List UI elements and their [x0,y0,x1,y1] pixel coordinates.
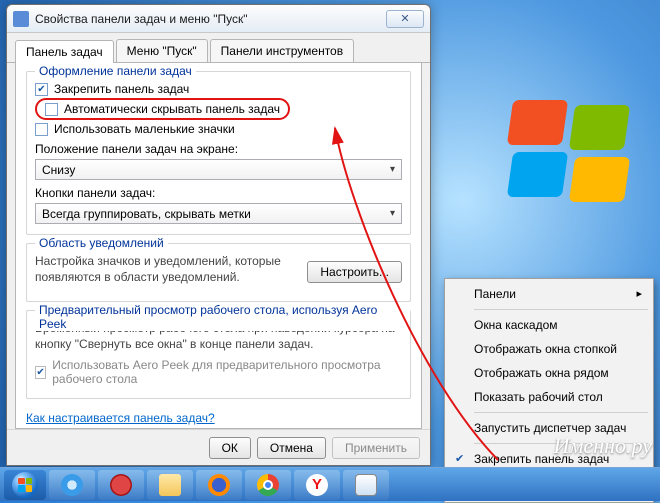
group-notify-title: Область уведомлений [35,236,168,250]
label-small-icons: Использовать маленькие значки [54,122,235,136]
taskbar-item-app[interactable] [343,470,389,500]
notify-text: Настройка значков и уведомлений, которые… [35,254,299,285]
checkbox-lock-taskbar[interactable]: ✔ [35,83,48,96]
menu-separator [474,412,648,413]
group-peek-title: Предварительный просмотр рабочего стола,… [35,303,410,331]
menu-cascade[interactable]: Окна каскадом [448,313,650,337]
apply-button[interactable]: Применить [332,437,420,459]
taskbar[interactable]: Y [0,467,660,501]
group-appearance: Оформление панели задач ✔ Закрепить пане… [26,71,411,235]
yandex-icon: Y [306,474,328,496]
chevron-down-icon: ▾ [390,164,395,175]
group-aero-peek: Предварительный просмотр рабочего стола,… [26,310,411,399]
tab-startmenu[interactable]: Меню "Пуск" [116,39,208,62]
label-autohide: Автоматически скрывать панель задач [64,102,280,116]
select-taskbar-buttons[interactable]: Всегда группировать, скрывать метки ▾ [35,203,402,224]
taskbar-item-chrome[interactable] [245,470,291,500]
check-icon: ✔ [455,452,464,465]
cancel-button[interactable]: Отмена [257,437,326,459]
menu-side-by-side[interactable]: Отображать окна рядом [448,361,650,385]
taskbar-item-firefox[interactable] [196,470,242,500]
checkbox-aero-peek[interactable]: ✔ [35,366,46,379]
tab-toolbars[interactable]: Панели инструментов [210,39,354,62]
taskbar-item-opera[interactable] [98,470,144,500]
app-icon [355,474,377,496]
select-taskbar-position[interactable]: Снизу ▾ [35,159,402,180]
tab-content: Оформление панели задач ✔ Закрепить пане… [15,63,422,429]
folder-icon [159,474,181,496]
menu-show-desktop[interactable]: Показать рабочий стол [448,385,650,409]
group-notification-area: Область уведомлений Настройка значков и … [26,243,411,302]
checkbox-autohide[interactable] [45,103,58,116]
group-appearance-title: Оформление панели задач [35,64,196,78]
dialog-button-row: ОК Отмена Применить [7,429,430,465]
chevron-down-icon: ▾ [390,208,395,219]
help-link[interactable]: Как настраивается панель задач? [26,411,215,425]
label-lock-taskbar: Закрепить панель задач [54,82,189,96]
tab-taskbar[interactable]: Панель задач [15,40,114,63]
taskbar-item-ie[interactable] [49,470,95,500]
dialog-title: Свойства панели задач и меню "Пуск" [35,12,386,26]
label-aero-peek: Использовать Aero Peek для предварительн… [52,358,402,386]
menu-panels[interactable]: Панели [448,282,650,306]
ok-button[interactable]: ОК [209,437,251,459]
windows-start-icon [12,472,38,498]
label-position: Положение панели задач на экране: [35,142,402,156]
menu-stack[interactable]: Отображать окна стопкой [448,337,650,361]
dialog-icon [13,11,29,27]
opera-icon [110,474,132,496]
watermark: Именно.ру [554,433,653,459]
taskbar-properties-dialog: Свойства панели задач и меню "Пуск" ✕ Па… [6,4,431,466]
customize-button[interactable]: Настроить... [307,261,402,283]
chrome-icon [257,474,279,496]
select-buttons-value: Всегда группировать, скрывать метки [42,207,251,221]
dialog-titlebar[interactable]: Свойства панели задач и меню "Пуск" ✕ [7,5,430,33]
tab-strip: Панель задач Меню "Пуск" Панели инструме… [7,33,430,63]
menu-separator [474,309,648,310]
start-button[interactable] [4,470,46,500]
highlight-autohide: Автоматически скрывать панель задач [35,98,290,120]
taskbar-item-yandex[interactable]: Y [294,470,340,500]
taskbar-item-explorer[interactable] [147,470,193,500]
ie-icon [61,474,83,496]
close-button[interactable]: ✕ [386,10,424,28]
checkbox-small-icons[interactable] [35,123,48,136]
select-position-value: Снизу [42,163,75,177]
firefox-icon [208,474,230,496]
label-buttons: Кнопки панели задач: [35,186,402,200]
